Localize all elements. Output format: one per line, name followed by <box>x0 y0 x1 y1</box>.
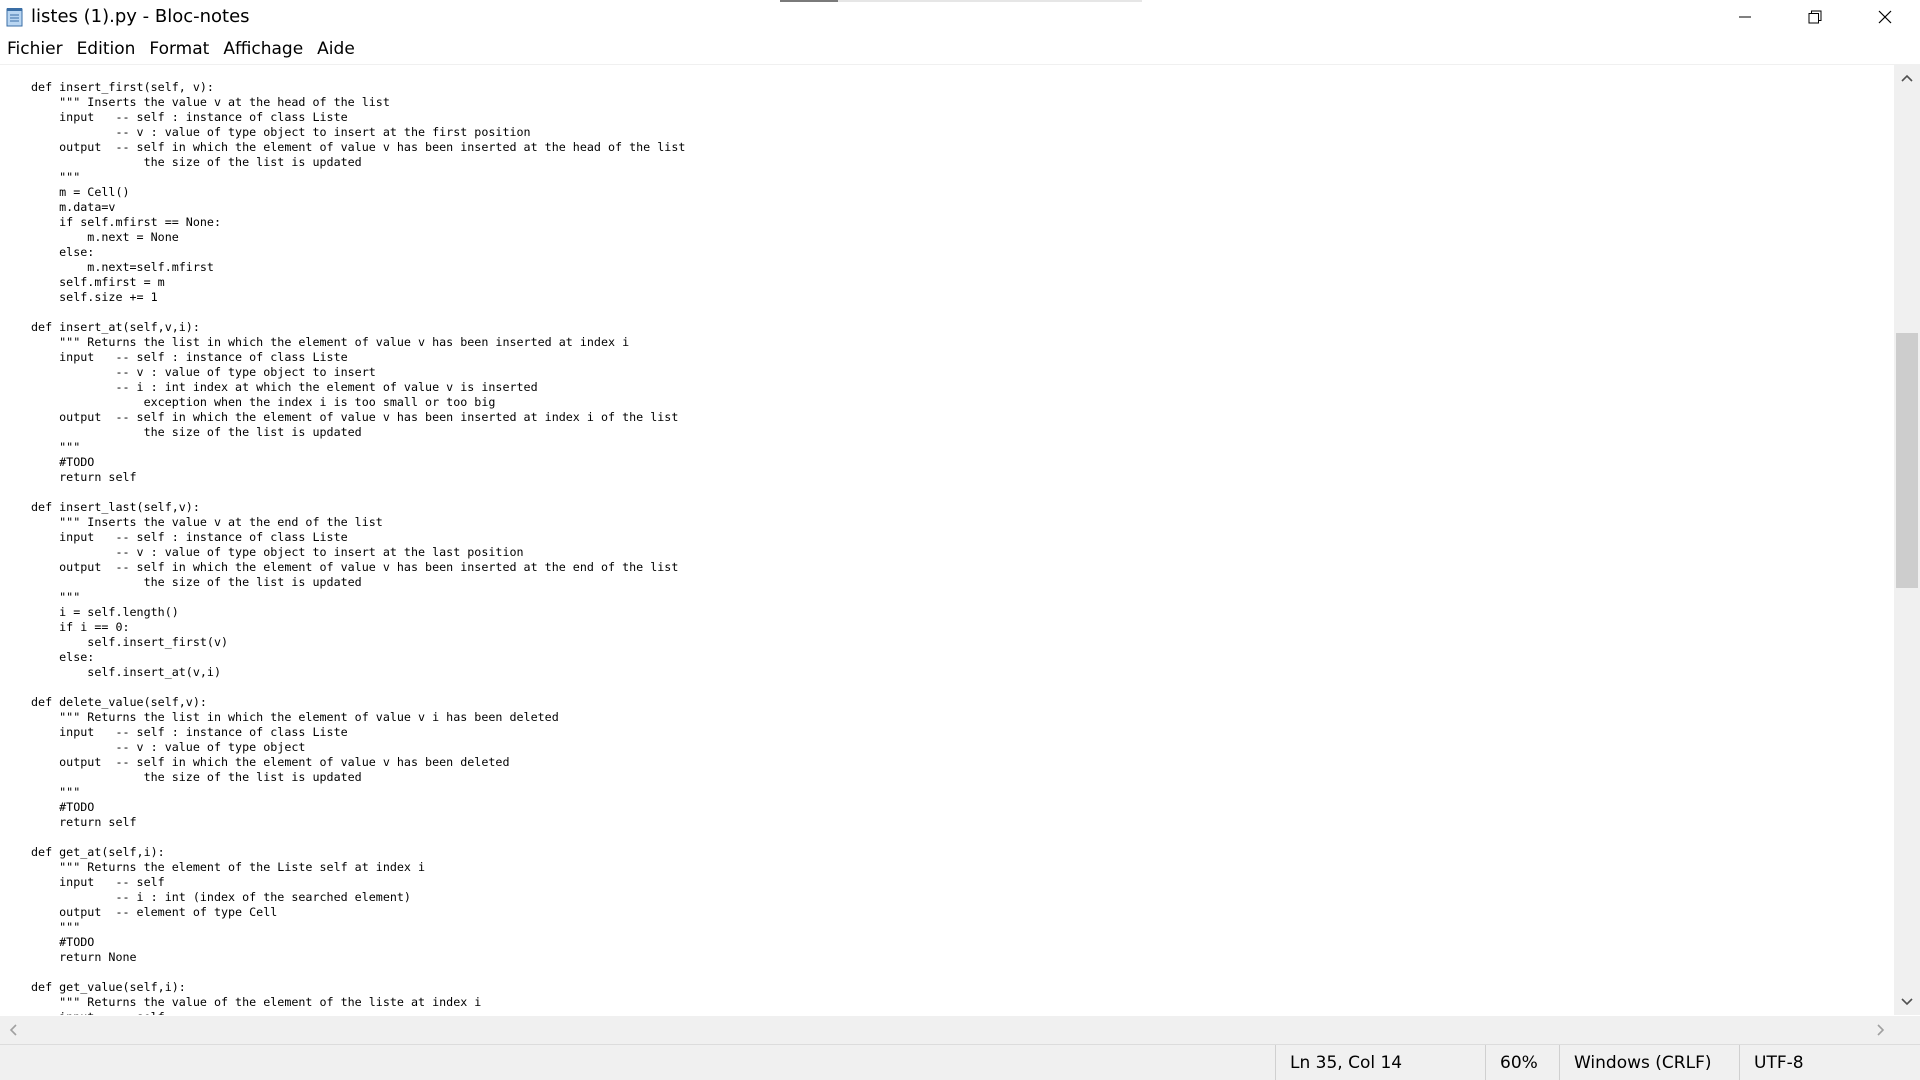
menu-aide[interactable]: Aide <box>310 34 362 64</box>
menu-bar: Fichier Edition Format Affichage Aide <box>0 34 1920 65</box>
scrollbar-corner <box>1894 1016 1920 1044</box>
editor-text-content[interactable]: def insert_first(self, v): """ Inserts t… <box>31 80 685 1015</box>
close-button[interactable] <box>1850 0 1920 34</box>
loading-progress-bar <box>780 0 1142 2</box>
minimize-icon <box>1739 16 1751 18</box>
notepad-window: listes (1).py - Bloc-notes Fichier Editi… <box>0 0 1920 1080</box>
chevron-up-icon <box>1901 74 1913 82</box>
scroll-left-button[interactable] <box>0 1016 26 1044</box>
vertical-scrollbar[interactable] <box>1894 65 1920 1015</box>
scroll-up-button[interactable] <box>1894 65 1920 91</box>
scroll-down-button[interactable] <box>1894 989 1920 1015</box>
menu-edition[interactable]: Edition <box>70 34 143 64</box>
minimize-button[interactable] <box>1710 0 1780 34</box>
text-editor-area[interactable]: def insert_first(self, v): """ Inserts t… <box>0 65 1894 1015</box>
menu-fichier[interactable]: Fichier <box>0 34 70 64</box>
chevron-down-icon <box>1901 998 1913 1006</box>
vertical-scroll-thumb[interactable] <box>1896 333 1918 588</box>
menu-format[interactable]: Format <box>142 34 216 64</box>
close-icon <box>1878 10 1892 24</box>
chevron-right-icon <box>1877 1024 1885 1036</box>
notepad-icon <box>6 8 23 27</box>
scroll-right-button[interactable] <box>1868 1016 1894 1044</box>
menu-affichage[interactable]: Affichage <box>216 34 310 64</box>
horizontal-scrollbar[interactable] <box>0 1016 1894 1044</box>
restore-icon <box>1808 10 1822 24</box>
line-ending: Windows (CRLF) <box>1559 1045 1739 1080</box>
zoom-level: 60% <box>1485 1045 1559 1080</box>
loading-progress-fill <box>780 0 838 2</box>
cursor-position: Ln 35, Col 14 <box>1275 1045 1485 1080</box>
encoding: UTF-8 <box>1739 1045 1920 1080</box>
window-title: listes (1).py - Bloc-notes <box>31 6 250 27</box>
chevron-left-icon <box>9 1024 17 1036</box>
restore-button[interactable] <box>1780 0 1850 34</box>
status-bar: Ln 35, Col 14 60% Windows (CRLF) UTF-8 <box>0 1044 1920 1080</box>
title-bar[interactable]: listes (1).py - Bloc-notes <box>0 0 1920 34</box>
